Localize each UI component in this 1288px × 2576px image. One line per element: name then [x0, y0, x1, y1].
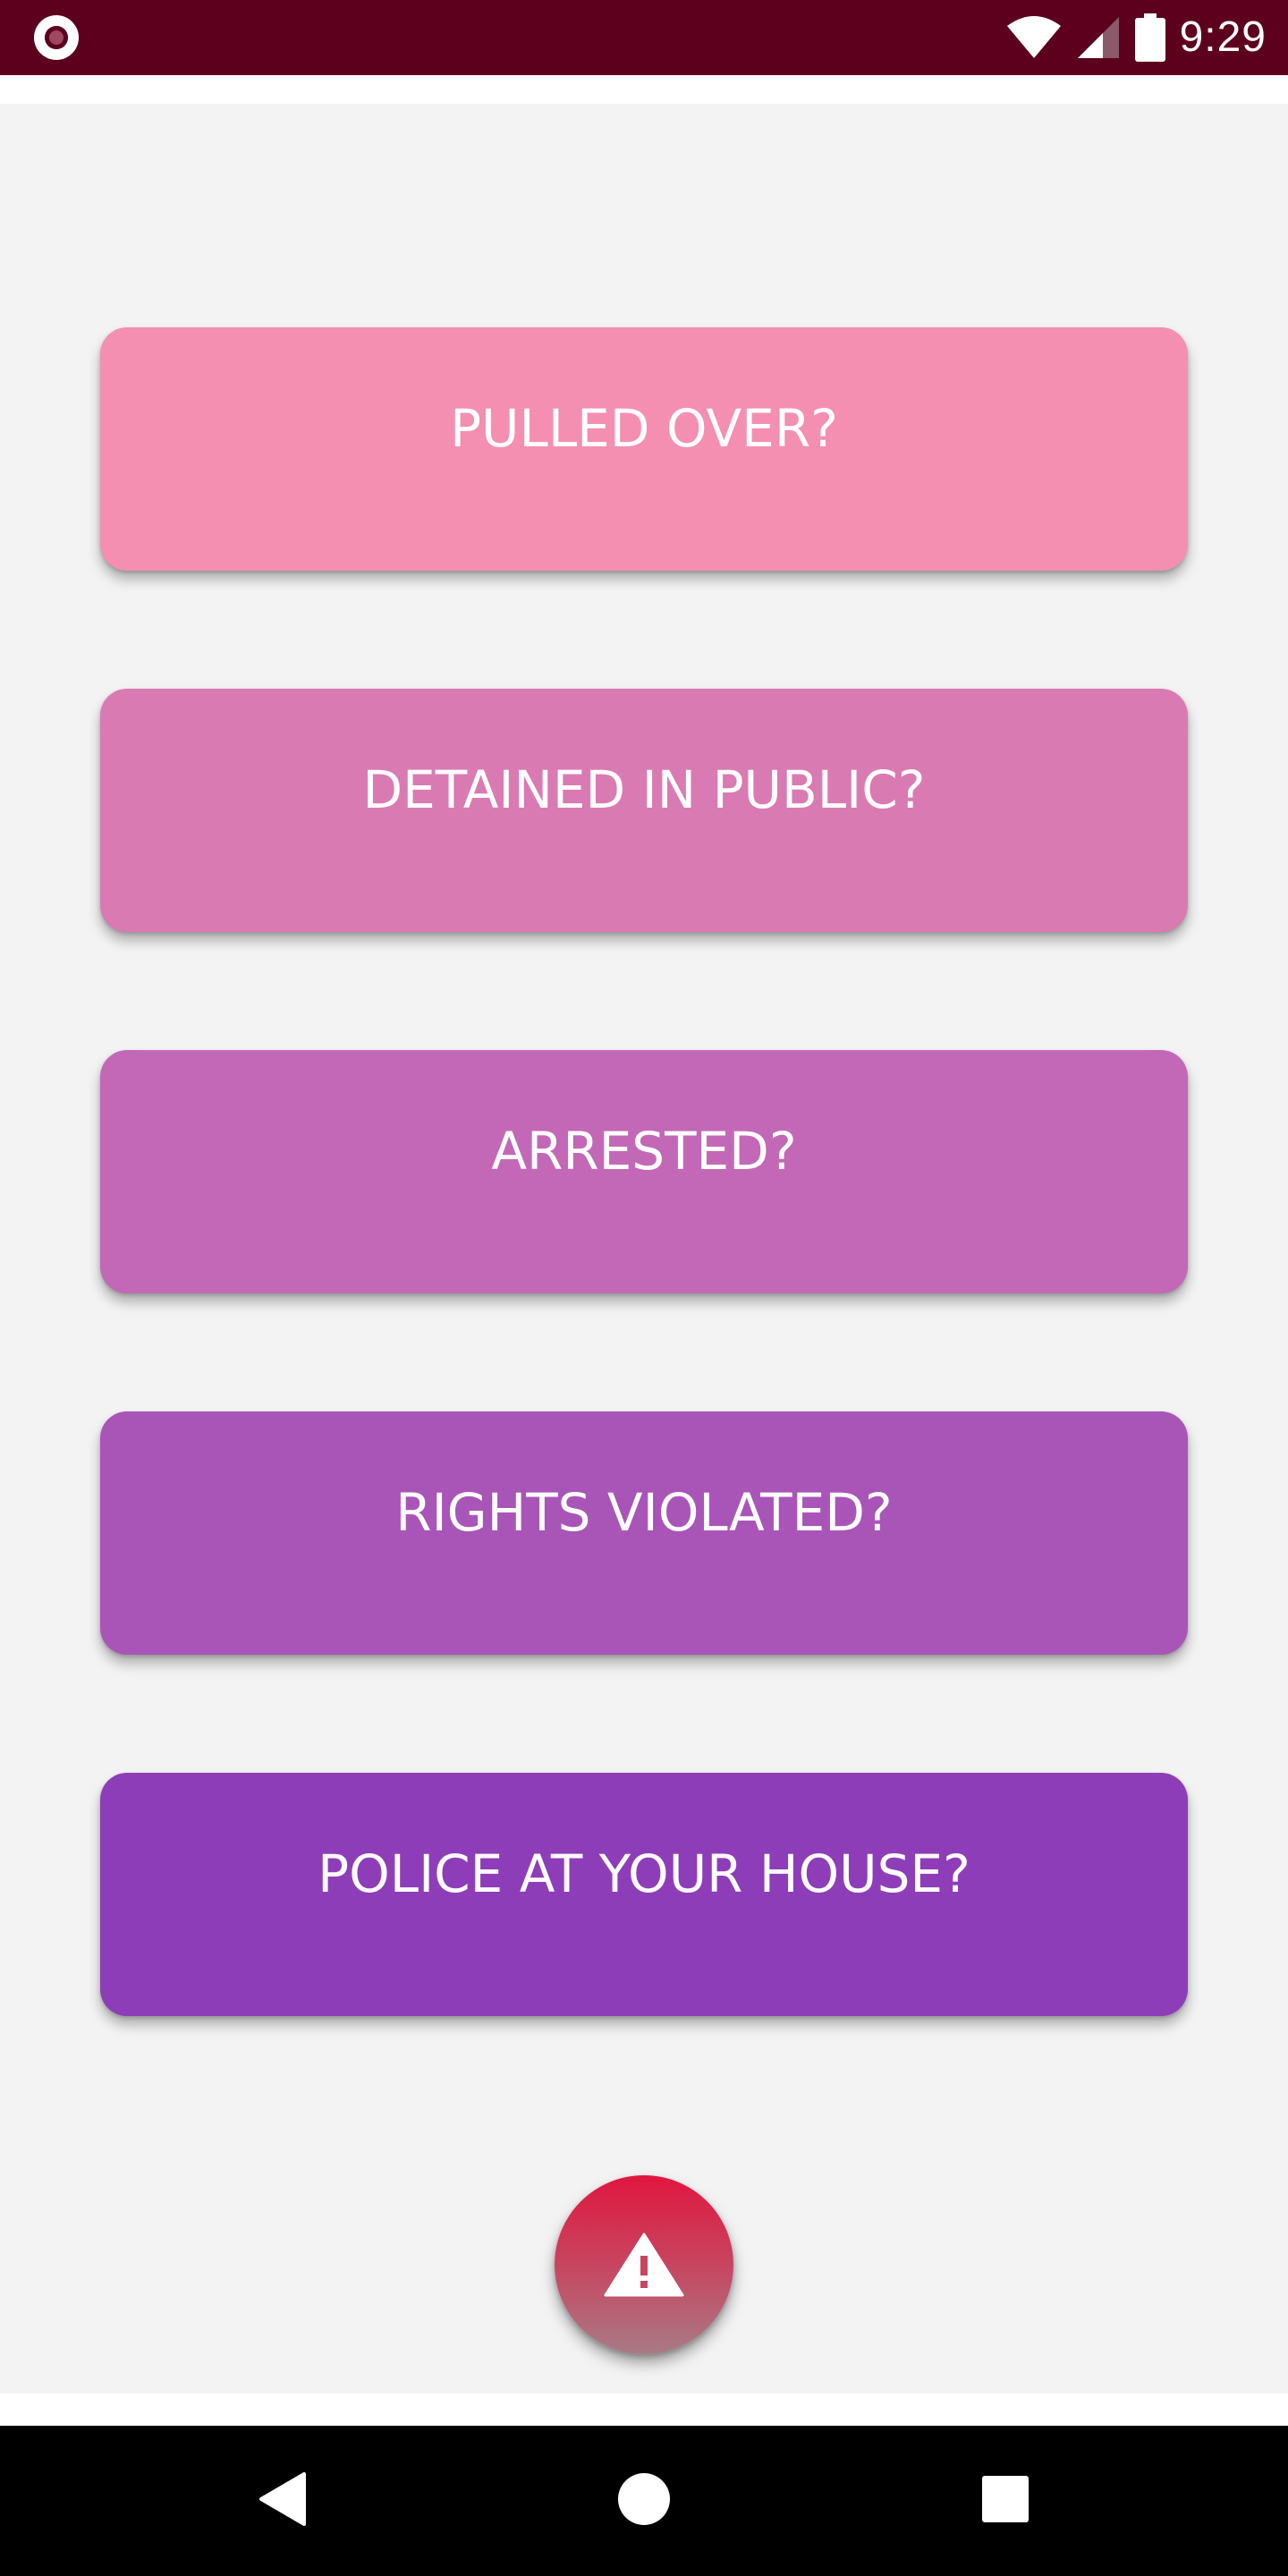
option-label: ARRESTED?	[491, 1121, 797, 1182]
status-bar-right: 9:29	[1006, 9, 1267, 66]
bottom-divider-strip	[0, 2394, 1288, 2426]
status-bar: 9:29	[0, 0, 1288, 75]
app-screen: 9:29 PULLED OVER? DETAINED IN PUBLIC? AR…	[0, 0, 1288, 2576]
home-button[interactable]	[608, 2465, 680, 2537]
option-label: DETAINED IN PUBLIC?	[362, 759, 926, 820]
option-label: RIGHTS VIOLATED?	[395, 1482, 893, 1543]
back-icon	[258, 2471, 308, 2531]
status-time: 9:29	[1179, 13, 1267, 61]
app-notification-icon	[34, 15, 79, 60]
navigation-bar	[0, 2426, 1288, 2576]
warning-icon	[604, 2233, 684, 2297]
top-divider-strip	[0, 75, 1288, 104]
back-button[interactable]	[247, 2465, 318, 2537]
detained-in-public-button[interactable]: DETAINED IN PUBLIC?	[100, 689, 1188, 932]
recents-button[interactable]	[970, 2465, 1041, 2537]
signal-icon	[1076, 15, 1121, 60]
option-label: POLICE AT YOUR HOUSE?	[318, 1843, 970, 1904]
emergency-fab-button[interactable]	[555, 2175, 733, 2354]
arrested-button[interactable]: ARRESTED?	[100, 1050, 1188, 1293]
home-icon	[617, 2472, 671, 2530]
recents-icon	[981, 2475, 1030, 2528]
options-list: PULLED OVER? DETAINED IN PUBLIC? ARRESTE…	[100, 327, 1188, 2134]
rights-violated-button[interactable]: RIGHTS VIOLATED?	[100, 1411, 1188, 1655]
option-label: PULLED OVER?	[450, 398, 838, 459]
battery-icon	[1134, 13, 1165, 62]
wifi-icon	[1006, 15, 1062, 60]
main-content: PULLED OVER? DETAINED IN PUBLIC? ARRESTE…	[0, 104, 1288, 2394]
pulled-over-button[interactable]: PULLED OVER?	[100, 327, 1188, 571]
police-at-your-house-button[interactable]: POLICE AT YOUR HOUSE?	[100, 1773, 1188, 2016]
